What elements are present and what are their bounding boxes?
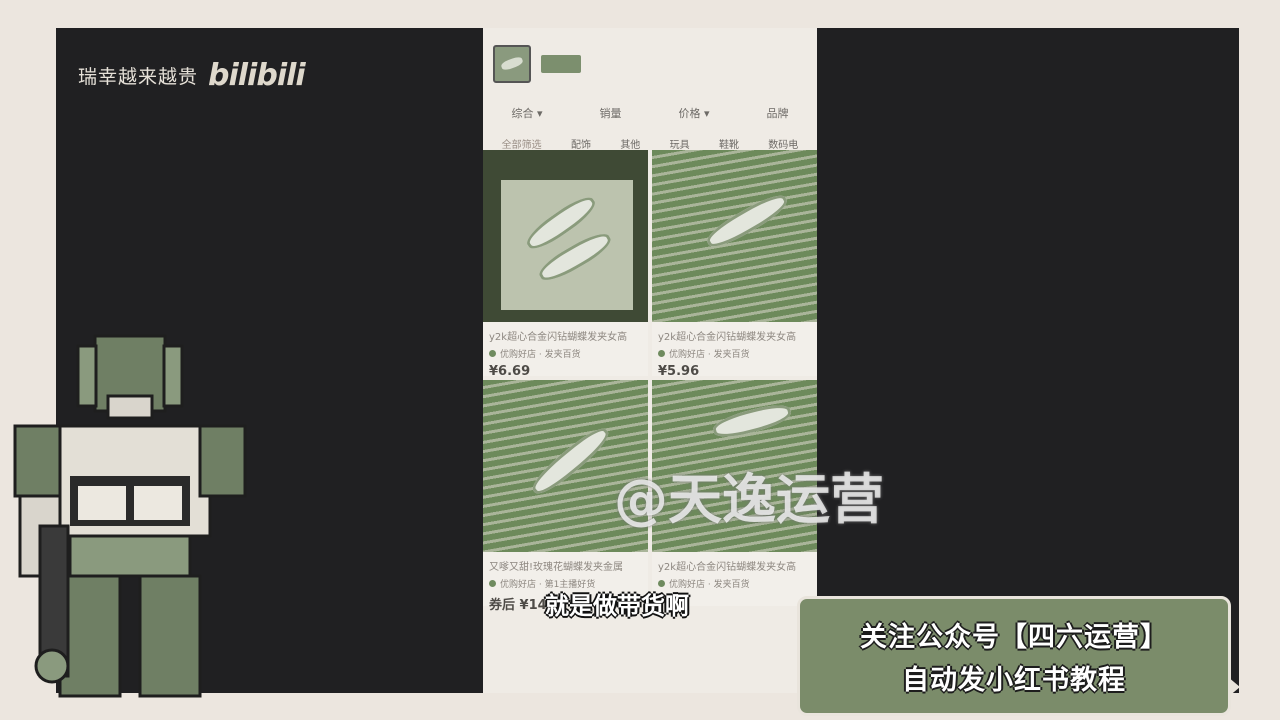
product-title: y2k超心合金闪钻蝴蝶发夹女高 bbox=[658, 562, 797, 573]
channel-name: 瑞幸越来越贵 bbox=[78, 66, 199, 88]
category-shoes[interactable]: 鞋靴 bbox=[719, 136, 739, 151]
image-thumbnail[interactable] bbox=[541, 55, 581, 73]
tab-comprehensive[interactable]: 综合 ▾ bbox=[511, 105, 542, 121]
promo-arrow-icon bbox=[1228, 677, 1240, 697]
product-shop: 优购好店 · 发夹百货 bbox=[483, 343, 648, 360]
promo-line-2: 自动发小红书教程 bbox=[902, 665, 1126, 696]
product-grid: y2k超心合金闪钻蝴蝶发夹女高 优购好店 · 发夹百货 ¥6.69 y2k超心合… bbox=[483, 150, 817, 613]
product-image bbox=[483, 150, 648, 322]
shop-icon bbox=[489, 580, 496, 587]
tab-price[interactable]: 价格 ▾ bbox=[678, 105, 709, 121]
product-price: ¥5.96 bbox=[658, 364, 700, 379]
image-search-bar bbox=[483, 28, 817, 100]
product-title: y2k超心合金闪钻蝴蝶发夹女高 bbox=[658, 332, 797, 343]
bilibili-logo: bilibili bbox=[208, 58, 306, 93]
tab-sales[interactable]: 销量 bbox=[600, 105, 622, 121]
product-title: 又嗲又甜!玫瑰花蝴蝶发夹金属 bbox=[489, 562, 624, 573]
product-title: y2k超心合金闪钻蝴蝶发夹女高 bbox=[489, 332, 628, 343]
promo-line-1: 关注公众号【四六运营】 bbox=[860, 622, 1168, 653]
category-accessories[interactable]: 配饰 bbox=[571, 136, 591, 151]
product-card[interactable]: y2k超心合金闪钻蝴蝶发夹女高 优购好店 · 发夹百货 ¥5.96 bbox=[652, 150, 817, 379]
shop-icon bbox=[489, 350, 496, 357]
product-price: ¥6.69 bbox=[489, 364, 531, 379]
video-subtitle: 就是做带货啊 bbox=[545, 592, 689, 620]
category-toys[interactable]: 玩具 bbox=[670, 136, 690, 151]
watermark-text: @天逸运营 bbox=[614, 468, 884, 531]
promo-banner: 关注公众号【四六运营】 自动发小红书教程 bbox=[797, 596, 1240, 716]
channel-header: 瑞幸越来越贵 bilibili bbox=[78, 58, 306, 93]
shop-icon bbox=[658, 350, 665, 357]
product-shop: 优购好店 · 发夹百货 bbox=[652, 343, 817, 360]
category-other[interactable]: 其他 bbox=[620, 136, 640, 151]
robot-mascot-icon bbox=[13, 334, 247, 698]
sort-tabs: 综合 ▾ 销量 价格 ▾ 品牌 bbox=[483, 100, 817, 126]
category-all[interactable]: 全部筛选 bbox=[502, 136, 542, 151]
product-card[interactable]: y2k超心合金闪钻蝴蝶发夹女高 优购好店 · 发夹百货 ¥6.69 bbox=[483, 150, 648, 379]
tab-brand[interactable]: 品牌 bbox=[767, 105, 789, 121]
product-image bbox=[652, 150, 817, 322]
selected-image-thumbnail[interactable] bbox=[493, 45, 531, 83]
category-digital[interactable]: 数码电 bbox=[768, 136, 798, 151]
